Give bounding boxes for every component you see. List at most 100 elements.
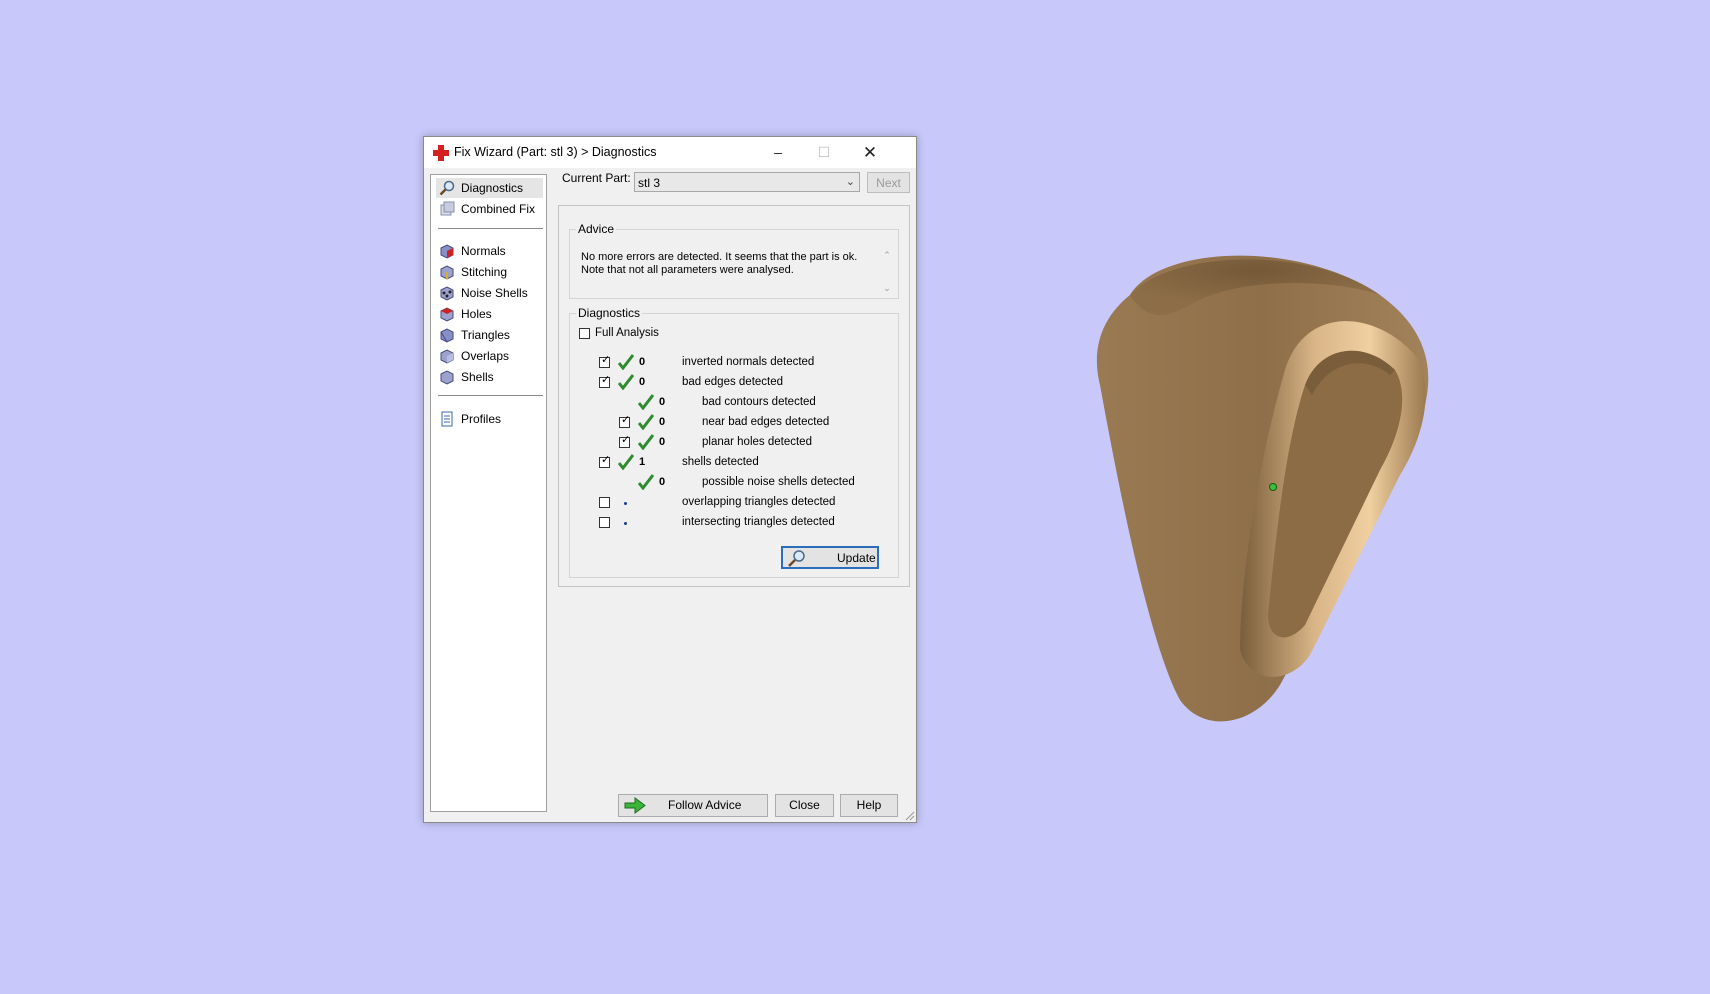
part-model-stl3[interactable] [1090, 245, 1450, 745]
advice-scrollbar[interactable]: ⌃ ⌄ [881, 250, 893, 300]
nav-item-triangles[interactable]: Triangles [436, 325, 543, 345]
current-part-dropdown[interactable]: stl 3 ⌄ [634, 172, 860, 192]
close-window-button[interactable]: ✕ [847, 137, 893, 168]
advice-text: No more errors are detected. It seems th… [581, 251, 871, 277]
bad-edges-label: bad edges detected [682, 376, 784, 388]
update-label: Update [837, 551, 876, 565]
red-cross-app-icon [433, 145, 449, 161]
scroll-up-icon[interactable]: ⌃ [881, 250, 893, 261]
nav-item-profiles[interactable]: Profiles [436, 409, 543, 429]
update-button[interactable]: Update [781, 546, 879, 569]
advice-group-title: Advice [576, 222, 617, 236]
triangles-cube-icon [440, 328, 454, 343]
current-part-value: stl 3 [638, 176, 661, 190]
noise-shells-icon [440, 286, 454, 301]
planar-holes-checkbox[interactable]: ✓ [619, 434, 630, 448]
magnifier-icon [439, 180, 455, 196]
scroll-down-icon[interactable]: ⌄ [881, 283, 893, 294]
nav-item-noise-shells[interactable]: Noise Shells [436, 283, 543, 303]
near-bad-edges-count: 0 [659, 416, 666, 428]
bad-edges-checkbox[interactable]: ✓ [599, 374, 610, 388]
nav-separator [438, 228, 543, 229]
inverted-normals-label: inverted normals detected [682, 356, 815, 368]
noise-shells-label: possible noise shells detected [702, 476, 855, 488]
inverted-normals-count: 0 [639, 356, 646, 368]
shells-checkbox[interactable]: ✓ [599, 454, 610, 468]
resize-grip-icon[interactable] [905, 811, 915, 821]
maximize-button[interactable]: ☐ [801, 137, 847, 168]
diagnostics-group-title: Diagnostics [576, 306, 643, 320]
bad-edges-count: 0 [639, 376, 646, 388]
current-part-label: Current Part: [562, 171, 631, 185]
nav-label: Noise Shells [461, 286, 528, 300]
nav-label: Normals [461, 244, 506, 258]
follow-advice-label: Follow Advice [668, 798, 742, 812]
next-button[interactable]: Next [867, 172, 910, 193]
follow-advice-button[interactable]: Follow Advice [618, 794, 768, 817]
not-run-dot-icon [624, 522, 627, 525]
bad-contours-label: bad contours detected [702, 396, 816, 408]
green-check-icon [618, 454, 634, 470]
minimize-button[interactable]: – [755, 137, 801, 168]
fix-wizard-dialog: Fix Wizard (Part: stl 3) > Diagnostics –… [423, 136, 917, 823]
nav-item-shells[interactable]: Shells [436, 367, 543, 387]
stitching-cube-icon [440, 265, 454, 280]
intersecting-triangles-label: intersecting triangles detected [682, 516, 835, 528]
nav-label: Stitching [461, 265, 508, 279]
near-bad-edges-checkbox[interactable]: ✓ [619, 414, 630, 428]
nav-label: Overlaps [461, 349, 510, 363]
combined-fix-icon [440, 201, 455, 216]
green-check-icon [638, 394, 654, 410]
full-analysis-label: Full Analysis [595, 327, 659, 339]
intersecting-triangles-checkbox[interactable] [599, 517, 610, 528]
nav-item-holes[interactable]: Holes [436, 304, 543, 324]
nav-item-overlaps[interactable]: Overlaps [436, 346, 543, 366]
chevron-down-icon: ⌄ [845, 176, 855, 188]
holes-cube-icon [440, 307, 454, 322]
shells-label: shells detected [682, 456, 759, 468]
planar-holes-count: 0 [659, 436, 666, 448]
nav-label: Shells [461, 370, 494, 384]
inverted-normals-checkbox[interactable]: ✓ [599, 354, 610, 368]
title-bar[interactable]: Fix Wizard (Part: stl 3) > Diagnostics –… [424, 137, 916, 168]
green-check-icon [638, 474, 654, 490]
wizard-nav-panel: Diagnostics Combined Fix Normals Stitchi… [430, 174, 547, 812]
overlapping-triangles-label: overlapping triangles detected [682, 496, 836, 508]
normals-cube-icon [440, 244, 454, 259]
near-bad-edges-label: near bad edges detected [702, 416, 830, 428]
full-analysis-checkbox[interactable] [579, 328, 590, 339]
diagnostics-page: Advice No more errors are detected. It s… [558, 205, 910, 587]
help-button[interactable]: Help [840, 794, 898, 817]
nav-label: Triangles [461, 328, 510, 342]
noise-shells-count: 0 [659, 476, 666, 488]
planar-holes-label: planar holes detected [702, 436, 812, 448]
nav-separator [438, 395, 543, 396]
green-check-icon [638, 414, 654, 430]
advice-line-2: Note that not all parameters were analys… [581, 264, 794, 276]
diagnostics-group: Diagnostics Full Analysis ✓ 0 inverted n… [569, 306, 899, 578]
not-run-dot-icon [624, 502, 627, 505]
magnifier-icon [788, 550, 805, 567]
nav-label: Holes [461, 307, 492, 321]
overlapping-triangles-checkbox[interactable] [599, 497, 610, 508]
green-check-icon [618, 374, 634, 390]
shells-cube-icon [440, 370, 454, 385]
advice-textbox[interactable]: No more errors are detected. It seems th… [572, 238, 891, 294]
nav-label: Combined Fix [461, 202, 536, 216]
overlaps-cube-icon [440, 349, 454, 364]
green-arrow-icon [624, 797, 646, 814]
shells-count: 1 [639, 456, 646, 468]
nav-item-stitching[interactable]: Stitching [436, 262, 543, 282]
bad-contours-count: 0 [659, 396, 666, 408]
advice-line-1: No more errors are detected. It seems th… [581, 251, 858, 263]
green-check-icon [618, 354, 634, 370]
document-icon [441, 411, 453, 427]
nav-item-normals[interactable]: Normals [436, 241, 543, 261]
green-check-icon [638, 434, 654, 450]
nav-item-diagnostics[interactable]: Diagnostics [436, 178, 543, 198]
nav-label: Profiles [461, 412, 502, 426]
advice-group: Advice No more errors are detected. It s… [569, 222, 899, 299]
nav-item-combined-fix[interactable]: Combined Fix [436, 199, 543, 219]
close-button[interactable]: Close [775, 794, 834, 817]
nav-label: Diagnostics [461, 181, 524, 195]
